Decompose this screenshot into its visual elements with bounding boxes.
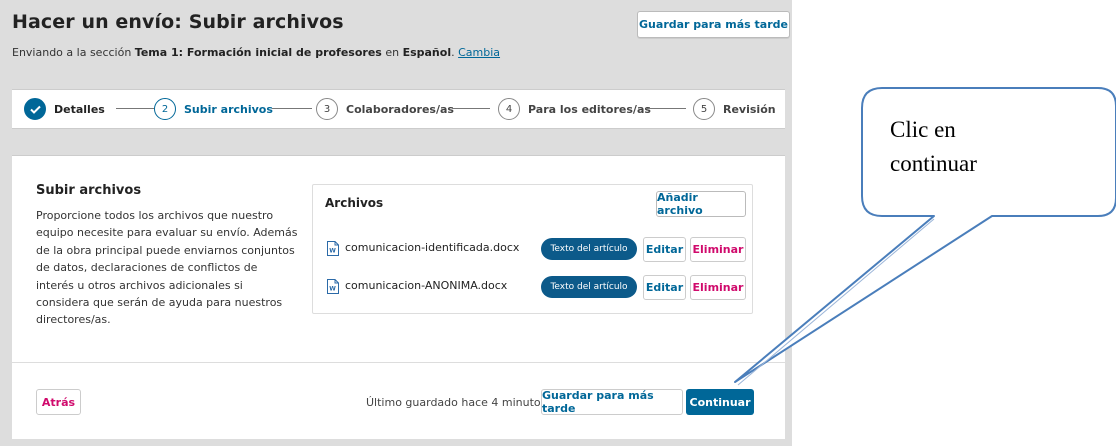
submission-app: Hacer un envío: Subir archivos Enviando … <box>0 0 792 446</box>
step-separator <box>116 108 154 109</box>
file-type-badge: Texto del artículo <box>541 276 637 298</box>
step-separator <box>272 108 312 109</box>
step-separator <box>452 108 490 109</box>
file-name[interactable]: comunicacion-identificada.docx <box>345 241 519 254</box>
section-name: Tema 1: Formación inicial de profesores <box>134 46 382 59</box>
step-details[interactable]: Detalles <box>24 98 105 120</box>
step-number: 3 <box>316 98 338 120</box>
save-later-button-bottom[interactable]: Guardar para más tarde <box>541 389 683 415</box>
file-type-badge: Texto del artículo <box>541 238 637 260</box>
last-saved-status: Último guardado hace 4 minutos <box>366 396 547 409</box>
subtitle-mid: en <box>381 46 403 59</box>
edit-file-button[interactable]: Editar <box>643 275 686 300</box>
language-name: Español <box>402 46 452 59</box>
step-label: Detalles <box>54 102 105 116</box>
add-file-button[interactable]: Añadir archivo <box>656 191 746 217</box>
step-collaborators[interactable]: 3 Colaboradores/as <box>316 98 454 120</box>
callout-text: Clic en continuar <box>890 113 1090 181</box>
svg-text:W: W <box>329 286 336 293</box>
step-review[interactable]: 5 Revisión <box>693 98 776 120</box>
file-row: W comunicacion-ANONIMA.docx Texto del ar… <box>313 272 754 302</box>
upload-description: Proporcione todos los archivos que nuest… <box>36 209 298 327</box>
word-file-icon: W <box>327 279 339 294</box>
delete-file-button[interactable]: Eliminar <box>690 237 746 262</box>
step-label: Subir archivos <box>184 102 273 116</box>
edit-file-button[interactable]: Editar <box>643 237 686 262</box>
upload-panel: Subir archivos Proporcione todos los arc… <box>12 155 785 439</box>
delete-file-button[interactable]: Eliminar <box>690 275 746 300</box>
files-list: Archivos Añadir archivo W comunicacion-i… <box>312 184 753 314</box>
step-for-editors[interactable]: 4 Para los editores/as <box>498 98 651 120</box>
step-label: Para los editores/as <box>528 102 651 116</box>
save-later-button-top[interactable]: Guardar para más tarde <box>637 11 790 38</box>
subtitle-prefix: Enviando a la sección <box>12 46 135 59</box>
svg-text:W: W <box>329 248 336 255</box>
callout-line-2: continuar <box>890 151 977 176</box>
step-label: Colaboradores/as <box>346 102 454 116</box>
file-row: W comunicacion-identificada.docx Texto d… <box>313 234 754 264</box>
callout-line-1: Clic en <box>890 117 956 142</box>
step-number: 5 <box>693 98 715 120</box>
step-upload-files[interactable]: 2 Subir archivos <box>154 98 273 120</box>
file-name[interactable]: comunicacion-ANONIMA.docx <box>345 279 507 292</box>
page-header: Hacer un envío: Subir archivos Enviando … <box>12 11 790 66</box>
back-button[interactable]: Atrás <box>36 389 81 415</box>
continue-button[interactable]: Continuar <box>686 389 754 415</box>
footer-divider <box>12 362 785 363</box>
files-header: Archivos <box>325 196 384 210</box>
step-separator <box>646 108 686 109</box>
upload-title: Subir archivos <box>36 183 142 198</box>
progress-steps: Detalles 2 Subir archivos 3 Colaboradore… <box>12 89 785 129</box>
check-icon <box>24 98 46 120</box>
page-title: Hacer un envío: Subir archivos <box>12 11 344 33</box>
step-number: 2 <box>154 98 176 120</box>
submission-subtitle: Enviando a la sección Tema 1: Formación … <box>12 46 500 59</box>
step-label: Revisión <box>723 102 776 116</box>
step-number: 4 <box>498 98 520 120</box>
change-link[interactable]: Cambia <box>458 46 500 59</box>
word-file-icon: W <box>327 241 339 256</box>
